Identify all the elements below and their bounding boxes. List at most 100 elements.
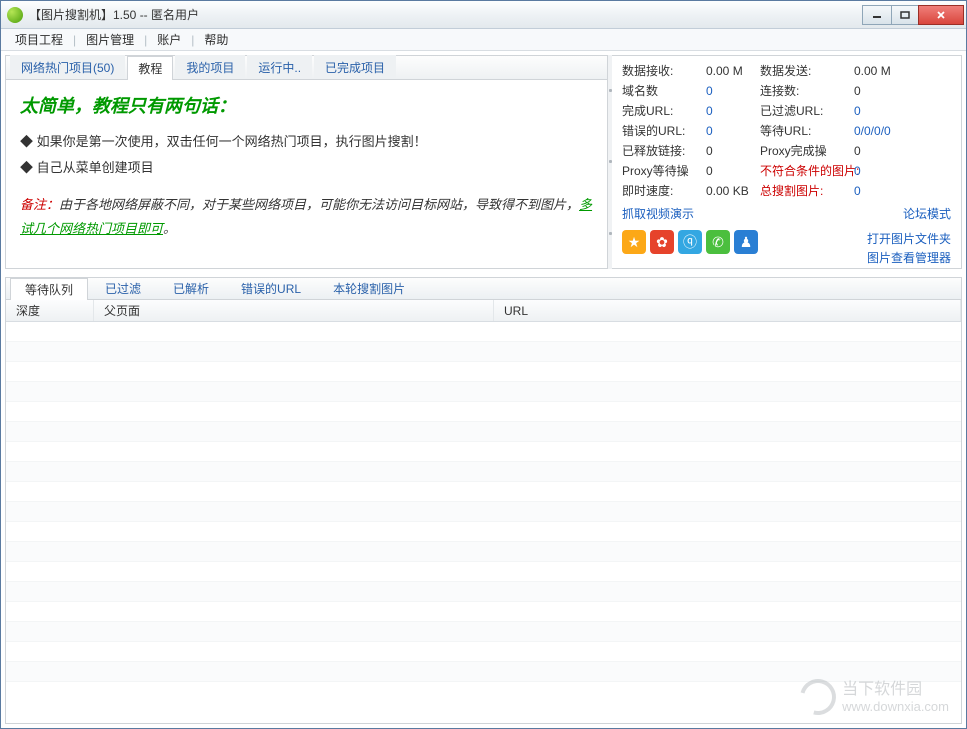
- stat-label: 即时速度:: [622, 182, 702, 199]
- stat-value[interactable]: 0: [854, 184, 904, 198]
- table-row: [6, 362, 961, 382]
- tutorial-pane: 网络热门项目(50) 教程 我的项目 运行中.. 已完成项目 太简单，教程只有两…: [5, 55, 608, 269]
- table-row: [6, 462, 961, 482]
- queue-pane: 等待队列 已过滤 已解析 错误的URL 本轮搜割图片 深度 父页面 URL: [5, 277, 962, 724]
- stats-grid: 数据接收:0.00 M数据发送:0.00 M域名数0连接数:0完成URL:0已过…: [622, 62, 951, 199]
- top-tabbar: 网络热门项目(50) 教程 我的项目 运行中.. 已完成项目: [6, 56, 607, 80]
- horizontal-splitter[interactable]: [5, 271, 962, 275]
- table-row: [6, 602, 961, 622]
- stats-link-column: 打开图片文件夹 图片查看管理器: [867, 230, 951, 268]
- app-window: 【图片搜割机】1.50 -- 匿名用户 项目工程| 图片管理| 账户| 帮助 网…: [0, 0, 967, 729]
- menu-project[interactable]: 项目工程: [7, 29, 71, 50]
- tutorial-body: 太简单，教程只有两句话： ◆ 如果你是第一次使用，双击任何一个网络热门项目，执行…: [6, 80, 607, 268]
- table-row: [6, 322, 961, 342]
- stat-value: 0.00 KB: [706, 184, 756, 198]
- col-depth[interactable]: 深度: [6, 300, 94, 321]
- col-url[interactable]: URL: [494, 300, 961, 321]
- stat-label: Proxy完成操: [760, 142, 850, 159]
- content-area: 网络热门项目(50) 教程 我的项目 运行中.. 已完成项目 太简单，教程只有两…: [1, 51, 966, 728]
- stat-value: 0: [854, 84, 904, 98]
- table-row: [6, 662, 961, 682]
- tab-completed[interactable]: 已完成项目: [314, 55, 396, 79]
- menu-help[interactable]: 帮助: [196, 29, 236, 50]
- left-column: 网络热门项目(50) 教程 我的项目 运行中.. 已完成项目 太简单，教程只有两…: [5, 55, 962, 724]
- upper-row: 网络热门项目(50) 教程 我的项目 运行中.. 已完成项目 太简单，教程只有两…: [5, 55, 962, 269]
- note-text-b: 。: [163, 221, 176, 236]
- stat-label: 域名数: [622, 82, 702, 99]
- stat-value[interactable]: 0: [706, 124, 756, 138]
- stat-value: 0: [706, 144, 756, 158]
- stat-value[interactable]: 0: [706, 84, 756, 98]
- minimize-button[interactable]: [862, 5, 892, 25]
- social-icons: ★✿ⓠ✆♟: [622, 230, 758, 254]
- stat-value: 0: [854, 144, 904, 158]
- table-row: [6, 582, 961, 602]
- menu-image-manage[interactable]: 图片管理: [78, 29, 142, 50]
- table-row: [6, 482, 961, 502]
- stats-links-row: 抓取视频演示 论坛模式: [622, 205, 951, 224]
- window-buttons: [863, 5, 964, 25]
- table-row: [6, 502, 961, 522]
- col-parent[interactable]: 父页面: [94, 300, 494, 321]
- stat-label: 等待URL:: [760, 122, 850, 139]
- stat-label: 完成URL:: [622, 102, 702, 119]
- table-row: [6, 562, 961, 582]
- tutorial-line2: ◆ 自己从菜单创建项目: [20, 156, 593, 179]
- queue-tabbar: 等待队列 已过滤 已解析 错误的URL 本轮搜割图片: [6, 278, 961, 300]
- stat-value: 0.00 M: [854, 64, 904, 78]
- menu-account[interactable]: 账户: [149, 29, 189, 50]
- table-row: [6, 642, 961, 662]
- tutorial-line1: ◆ 如果你是第一次使用，双击任何一个网络热门项目，执行图片搜割！: [20, 130, 593, 153]
- qtab-filtered[interactable]: 已过滤: [90, 277, 156, 299]
- stat-value[interactable]: 0: [854, 104, 904, 118]
- qzone-icon[interactable]: ★: [622, 230, 646, 254]
- table-row: [6, 402, 961, 422]
- tab-hot-projects[interactable]: 网络热门项目(50): [10, 55, 125, 79]
- stat-label: 连接数:: [760, 82, 850, 99]
- renren-icon[interactable]: ♟: [734, 230, 758, 254]
- stat-value: 0.00 M: [706, 64, 756, 78]
- stat-label: 错误的URL:: [622, 122, 702, 139]
- table-row: [6, 442, 961, 462]
- social-row: ★✿ⓠ✆♟ 打开图片文件夹 图片查看管理器: [622, 230, 951, 268]
- app-icon: [7, 7, 23, 23]
- tencent-icon[interactable]: ⓠ: [678, 230, 702, 254]
- maximize-button[interactable]: [891, 5, 919, 25]
- stat-value[interactable]: 0: [854, 164, 904, 178]
- titlebar: 【图片搜割机】1.50 -- 匿名用户: [1, 1, 966, 29]
- table-row: [6, 542, 961, 562]
- queue-header: 深度 父页面 URL: [6, 300, 961, 322]
- weibo-icon[interactable]: ✿: [650, 230, 674, 254]
- window-title: 【图片搜割机】1.50 -- 匿名用户: [29, 6, 863, 23]
- qtab-error[interactable]: 错误的URL: [226, 277, 316, 299]
- view-manager-link[interactable]: 图片查看管理器: [867, 249, 951, 268]
- stat-value[interactable]: 0/0/0/0: [854, 124, 904, 138]
- qtab-parsed[interactable]: 已解析: [158, 277, 224, 299]
- table-row: [6, 422, 961, 442]
- table-row: [6, 622, 961, 642]
- stat-label: 总搜割图片:: [760, 182, 850, 199]
- forum-mode-link[interactable]: 论坛模式: [903, 205, 951, 224]
- stat-label: 已过滤URL:: [760, 102, 850, 119]
- table-row: [6, 342, 961, 362]
- qtab-round-images[interactable]: 本轮搜割图片: [318, 277, 420, 299]
- video-demo-link[interactable]: 抓取视频演示: [622, 205, 694, 224]
- stat-label: 已释放链接:: [622, 142, 702, 159]
- note-text-a: 由于各地网络屏蔽不同，对于某些网络项目，可能你无法访问目标网站，导致得不到图片，: [59, 197, 579, 212]
- table-row: [6, 522, 961, 542]
- tab-tutorial[interactable]: 教程: [127, 56, 173, 80]
- tab-my-projects[interactable]: 我的项目: [175, 55, 245, 79]
- close-button[interactable]: [918, 5, 964, 25]
- wechat-icon[interactable]: ✆: [706, 230, 730, 254]
- qtab-waiting[interactable]: 等待队列: [10, 278, 88, 300]
- tutorial-note: 备注：由于各地网络屏蔽不同，对于某些网络项目，可能你无法访问目标网站，导致得不到…: [20, 193, 593, 240]
- queue-body[interactable]: [6, 322, 961, 723]
- menubar: 项目工程| 图片管理| 账户| 帮助: [1, 29, 966, 51]
- tutorial-heading: 太简单，教程只有两句话：: [20, 90, 593, 122]
- open-folder-link[interactable]: 打开图片文件夹: [867, 230, 951, 249]
- tab-running[interactable]: 运行中..: [247, 55, 312, 79]
- stat-label: 不符合条件的图片:: [760, 162, 850, 179]
- stat-label: Proxy等待操: [622, 162, 702, 179]
- stat-value[interactable]: 0: [706, 104, 756, 118]
- stat-value: 0: [706, 164, 756, 178]
